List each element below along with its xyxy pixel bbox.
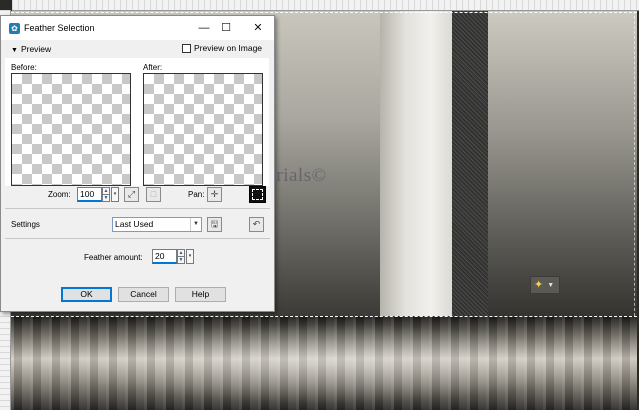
- preview-on-image-checkbox[interactable]: Preview on Image: [182, 43, 262, 53]
- before-preview[interactable]: [11, 73, 131, 186]
- chevron-down-icon: ▼: [190, 218, 201, 231]
- navigator-thumbnail[interactable]: [249, 186, 266, 203]
- selection-marquee-top: [11, 12, 637, 13]
- collapse-triangle-icon: ▼: [11, 47, 18, 54]
- help-button[interactable]: Help: [175, 287, 226, 302]
- background-light-band: [380, 11, 452, 316]
- settings-preset-value: Last Used: [115, 219, 154, 229]
- magic-wand-icon: ✦: [534, 278, 544, 291]
- checkbox-box[interactable]: [182, 43, 191, 53]
- zoom-down-button[interactable]: ▼: [102, 194, 110, 202]
- zoom-fit-button[interactable]: ⤢: [124, 187, 139, 202]
- preview-on-image-label: Preview on Image: [194, 43, 263, 53]
- horizontal-ruler: [12, 0, 639, 11]
- settings-preset-select[interactable]: Last Used ▼: [112, 217, 202, 232]
- floor-highlight: [11, 317, 637, 410]
- background-noise-strip: [452, 11, 488, 316]
- dialog-titlebar[interactable]: ✿ Feather Selection — ☐ ✕: [1, 16, 274, 40]
- save-preset-button[interactable]: 🖫: [207, 217, 222, 232]
- dialog-title: Feather Selection: [24, 23, 95, 33]
- settings-label: Settings: [11, 220, 40, 229]
- reset-button[interactable]: ↶: [249, 217, 264, 232]
- feather-dropdown-button[interactable]: ▾: [186, 249, 194, 264]
- ok-button[interactable]: OK: [61, 287, 112, 302]
- paintshop-icon: ✿: [9, 23, 20, 34]
- zoom-actual-button[interactable]: □: [146, 187, 161, 202]
- divider: [5, 208, 270, 209]
- pan-label: Pan:: [188, 190, 205, 199]
- cancel-button[interactable]: Cancel: [118, 287, 169, 302]
- pan-button[interactable]: ✛: [207, 187, 222, 202]
- feather-down-button[interactable]: ▼: [177, 256, 185, 264]
- preview-section-toggle[interactable]: ▼ Preview: [11, 44, 51, 54]
- zoom-label: Zoom:: [48, 190, 71, 199]
- after-label: After:: [143, 63, 163, 72]
- zoom-dropdown-button[interactable]: ▾: [111, 187, 119, 202]
- after-preview[interactable]: [143, 73, 263, 186]
- preview-section-label: Preview: [20, 44, 52, 54]
- minimize-button[interactable]: —: [196, 20, 212, 36]
- feather-amount-label: Feather amount:: [84, 253, 143, 262]
- navigator-viewport: [252, 189, 263, 200]
- close-button[interactable]: ✕: [250, 20, 266, 36]
- zoom-fit-icon: ⤢: [127, 189, 136, 199]
- chevron-down-icon: ▼: [547, 281, 555, 289]
- reset-icon: ↶: [252, 219, 261, 229]
- pan-icon: ✛: [210, 189, 219, 199]
- feather-amount-input[interactable]: 20: [152, 249, 177, 264]
- selection-marquee-right: [634, 11, 635, 316]
- feather-selection-dialog: ✿ Feather Selection — ☐ ✕ ▼ Preview Previ…: [0, 15, 275, 312]
- magic-wand-tool-button[interactable]: ✦ ▼: [530, 276, 560, 294]
- save-preset-icon: 🖫: [210, 219, 219, 229]
- zoom-actual-icon: □: [150, 189, 157, 199]
- divider: [5, 238, 270, 239]
- background-right-area: [488, 11, 637, 316]
- zoom-input[interactable]: 100: [77, 187, 102, 202]
- maximize-button[interactable]: ☐: [218, 20, 234, 36]
- selection-marquee-bottom: [11, 316, 637, 317]
- before-label: Before:: [11, 63, 37, 72]
